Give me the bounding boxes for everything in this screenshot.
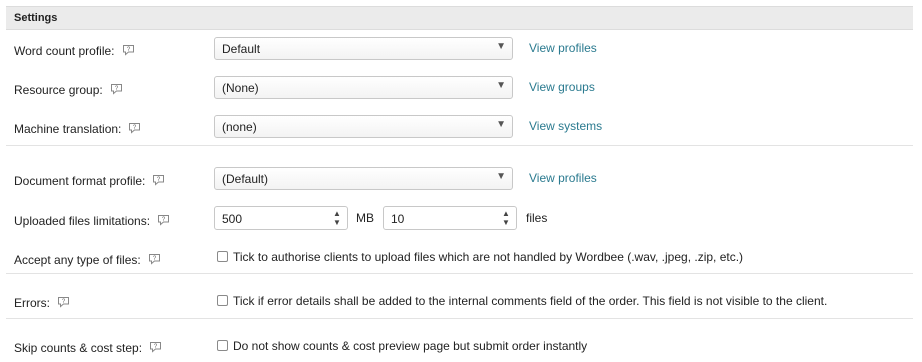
help-icon[interactable]: ? xyxy=(149,341,162,353)
word-count-profile-label: Word count profile:? xyxy=(14,44,135,58)
errors-description: Tick if error details shall be added to … xyxy=(233,294,828,308)
file-count-limit-input[interactable]: 10 ▲ ▼ xyxy=(383,206,517,230)
view-systems-link[interactable]: View systems xyxy=(529,119,602,133)
word-count-profile-select[interactable]: Default ▼ xyxy=(214,37,513,60)
help-icon[interactable]: ? xyxy=(57,296,70,308)
chevron-down-icon: ▼ xyxy=(496,80,506,91)
help-icon[interactable]: ? xyxy=(152,174,165,186)
file-size-limit-input[interactable]: 500 ▲ ▼ xyxy=(214,206,348,230)
accept-any-files-description: Tick to authorise clients to upload file… xyxy=(233,250,744,264)
machine-translation-label: Machine translation:? xyxy=(14,122,141,136)
document-format-profile-select[interactable]: (Default) ▼ xyxy=(214,167,513,190)
chevron-down-icon: ▼ xyxy=(496,171,506,182)
skip-counts-label: Skip counts & cost step:? xyxy=(14,341,162,355)
skip-counts-description: Do not show counts & cost preview page b… xyxy=(233,339,588,353)
view-profiles-link[interactable]: View profiles xyxy=(529,41,597,55)
errors-label: Errors:? xyxy=(14,296,70,310)
divider xyxy=(6,145,913,146)
help-icon[interactable]: ? xyxy=(128,122,141,134)
errors-checkbox[interactable] xyxy=(217,295,228,306)
chevron-down-icon: ▼ xyxy=(496,119,506,130)
view-groups-link[interactable]: View groups xyxy=(529,80,595,94)
view-profiles-link-2[interactable]: View profiles xyxy=(529,171,597,185)
chevron-down-icon: ▼ xyxy=(496,41,506,52)
help-icon[interactable]: ? xyxy=(122,44,135,56)
help-icon[interactable]: ? xyxy=(110,83,123,95)
divider xyxy=(6,273,913,274)
machine-translation-select[interactable]: (none) ▼ xyxy=(214,115,513,138)
size-unit-label: MB xyxy=(356,211,374,225)
help-icon[interactable]: ? xyxy=(148,253,161,265)
resource-group-select[interactable]: (None) ▼ xyxy=(214,76,513,99)
help-icon[interactable]: ? xyxy=(157,214,170,226)
up-down-arrows-icon[interactable]: ▲ ▼ xyxy=(502,209,510,227)
resource-group-label: Resource group:? xyxy=(14,83,123,97)
accept-any-files-checkbox[interactable] xyxy=(217,251,228,262)
up-down-arrows-icon[interactable]: ▲ ▼ xyxy=(333,209,341,227)
document-format-profile-label: Document format profile:? xyxy=(14,174,165,188)
section-title: Settings xyxy=(14,12,58,24)
count-unit-label: files xyxy=(526,211,548,225)
divider xyxy=(6,318,913,319)
skip-counts-checkbox[interactable] xyxy=(217,340,228,351)
accept-any-files-label: Accept any type of files:? xyxy=(14,253,161,267)
uploaded-files-limitations-label: Uploaded files limitations:? xyxy=(14,214,170,228)
settings-section-header: Settings xyxy=(6,6,913,30)
